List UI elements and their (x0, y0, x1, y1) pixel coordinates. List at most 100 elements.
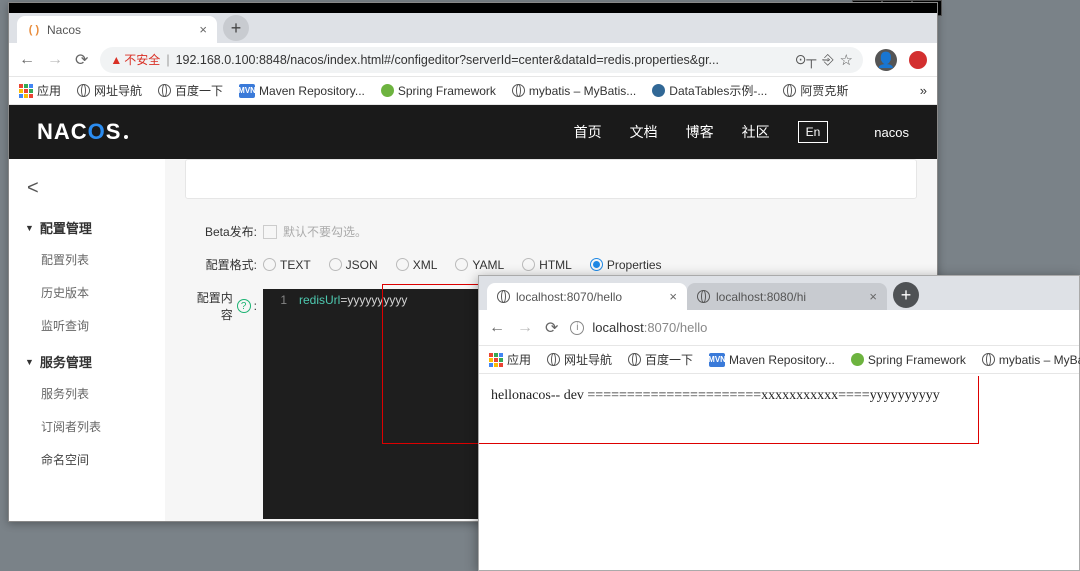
editor-gutter: 1 (263, 289, 293, 519)
globe-icon (783, 84, 796, 97)
bookmark-item[interactable]: DataTables示例-... (652, 82, 767, 99)
nav-docs[interactable]: 文档 (630, 122, 658, 142)
tab-strip: ( ) Nacos × + (9, 13, 937, 43)
tab-title: localhost:8080/hi (716, 290, 863, 304)
beta-hint: 默认不要勾选。 (283, 223, 367, 240)
globe-icon (497, 290, 510, 303)
sidebar-item-service-list[interactable]: 服务列表 (9, 377, 165, 410)
globe-icon (697, 290, 710, 303)
bookmark-item[interactable]: mybatis – MyBatis... (982, 353, 1080, 367)
bookmark-star-icon[interactable]: ☆ (840, 51, 853, 69)
bookmark-item[interactable]: Spring Framework (851, 353, 966, 367)
bookmark-overflow-icon[interactable]: » (920, 83, 927, 98)
sidebar-item-namespace[interactable]: 命名空间 (9, 443, 165, 476)
tab-close-icon[interactable]: × (669, 289, 677, 304)
tab-title: localhost:8070/hello (516, 290, 663, 304)
beta-checkbox[interactable] (263, 225, 277, 239)
bookmark-item[interactable]: 百度一下 (628, 351, 693, 368)
tab-title: Nacos (47, 23, 193, 37)
datatables-icon (652, 84, 665, 97)
apps-shortcut[interactable]: 应用 (489, 351, 531, 368)
bookmark-item[interactable]: Spring Framework (381, 84, 496, 98)
address-bar: ← → ⟳ ▲ 不安全 | 192.168.0.100:8848/nacos/i… (9, 43, 937, 77)
site-info-icon[interactable]: i (570, 321, 584, 335)
apps-shortcut[interactable]: 应用 (19, 82, 61, 99)
browser-tab[interactable]: ( ) Nacos × (17, 16, 217, 43)
maven-icon: MVN (709, 353, 725, 367)
help-icon[interactable]: ? (237, 299, 251, 313)
sidebar-item-history[interactable]: 历史版本 (9, 276, 165, 309)
browser-tab[interactable]: localhost:8070/hello × (487, 283, 687, 310)
spring-icon (381, 84, 394, 97)
forward-icon[interactable]: → (47, 51, 63, 69)
tab-close-icon[interactable]: × (869, 289, 877, 304)
nacos-logo[interactable]: NACOS (37, 119, 128, 145)
user-name[interactable]: nacos (874, 125, 909, 140)
language-toggle[interactable]: En (798, 121, 829, 143)
extension-icon[interactable] (909, 51, 927, 69)
translate-icon[interactable]: ⎆ (822, 51, 833, 68)
sidebar: < 配置管理 配置列表 历史版本 监听查询 服务管理 服务列表 订阅者列表 命名… (9, 159, 165, 521)
nacos-nav: 首页 文档 博客 社区 En nacos (574, 121, 909, 143)
radio-text[interactable]: TEXT (263, 258, 311, 272)
apps-grid-icon (19, 84, 33, 98)
bookmark-item[interactable]: 阿贾克斯 (783, 82, 848, 99)
nav-blog[interactable]: 博客 (686, 122, 714, 142)
insecure-warning-icon: ▲ 不安全 (110, 51, 160, 68)
format-radios: TEXT JSON XML YAML HTML Properties (263, 258, 662, 272)
bookmark-item[interactable]: 网址导航 (77, 82, 142, 99)
forward-icon[interactable]: → (517, 319, 533, 337)
new-tab-button[interactable]: + (893, 282, 919, 308)
browser-tab[interactable]: localhost:8080/hi × (687, 283, 887, 310)
radio-xml[interactable]: XML (396, 258, 438, 272)
apps-grid-icon (489, 353, 503, 367)
sidebar-cat-service[interactable]: 服务管理 (9, 342, 165, 377)
sidebar-cat-config[interactable]: 配置管理 (9, 208, 165, 243)
globe-icon (982, 353, 995, 366)
radio-html[interactable]: HTML (522, 258, 572, 272)
spring-icon (851, 353, 864, 366)
reload-icon[interactable]: ⟳ (545, 318, 558, 338)
bookmark-item[interactable]: 百度一下 (158, 82, 223, 99)
nav-community[interactable]: 社区 (742, 122, 770, 142)
sidebar-item-config-list[interactable]: 配置列表 (9, 243, 165, 276)
sidebar-back-icon[interactable]: < (9, 169, 165, 208)
globe-icon (77, 84, 90, 97)
beta-label: Beta发布: (185, 223, 257, 240)
window-titlebar (9, 3, 937, 13)
profile-avatar-icon[interactable]: 👤 (875, 49, 897, 71)
bookmark-item[interactable]: 网址导航 (547, 351, 612, 368)
bookmarks-bar: 应用 网址导航 百度一下 MVNMaven Repository... Spri… (9, 77, 937, 105)
globe-icon (628, 353, 641, 366)
globe-icon (547, 353, 560, 366)
radio-json[interactable]: JSON (329, 258, 378, 272)
address-bar: ← → ⟳ i localhost:8070/hello (479, 310, 1079, 346)
reload-icon[interactable]: ⟳ (75, 50, 88, 70)
sidebar-item-subscriber[interactable]: 订阅者列表 (9, 410, 165, 443)
tab-strip: localhost:8070/hello × localhost:8080/hi… (479, 276, 1079, 310)
new-tab-button[interactable]: + (223, 15, 249, 41)
bookmark-item[interactable]: mybatis – MyBatis... (512, 84, 636, 98)
globe-icon (512, 84, 525, 97)
tab-close-icon[interactable]: × (199, 22, 207, 37)
maven-icon: MVN (239, 84, 255, 98)
back-icon[interactable]: ← (489, 319, 505, 337)
nacos-favicon-icon: ( ) (27, 23, 41, 37)
omnibox[interactable]: ▲ 不安全 | 192.168.0.100:8848/nacos/index.h… (100, 47, 863, 73)
back-icon[interactable]: ← (19, 51, 35, 69)
format-label: 配置格式: (185, 256, 257, 273)
omnibox[interactable]: i localhost:8070/hello (570, 320, 1069, 335)
nav-home[interactable]: 首页 (574, 122, 602, 142)
radio-yaml[interactable]: YAML (455, 258, 504, 272)
radio-properties[interactable]: Properties (590, 258, 662, 272)
globe-icon (158, 84, 171, 97)
bookmark-item[interactable]: MVNMaven Repository... (709, 353, 835, 367)
browser-window-secondary: localhost:8070/hello × localhost:8080/hi… (478, 275, 1080, 571)
sidebar-item-listener[interactable]: 监听查询 (9, 309, 165, 342)
beta-row: Beta发布: 默认不要勾选。 (185, 215, 917, 248)
url-text: 192.168.0.100:8848/nacos/index.html#/con… (176, 53, 789, 67)
content-label: 配置内容 ? : (185, 289, 257, 323)
password-key-icon[interactable]: ⊙┬ (795, 51, 817, 68)
bookmarks-bar: 应用 网址导航 百度一下 MVNMaven Repository... Spri… (479, 346, 1079, 374)
bookmark-item[interactable]: MVNMaven Repository... (239, 84, 365, 98)
